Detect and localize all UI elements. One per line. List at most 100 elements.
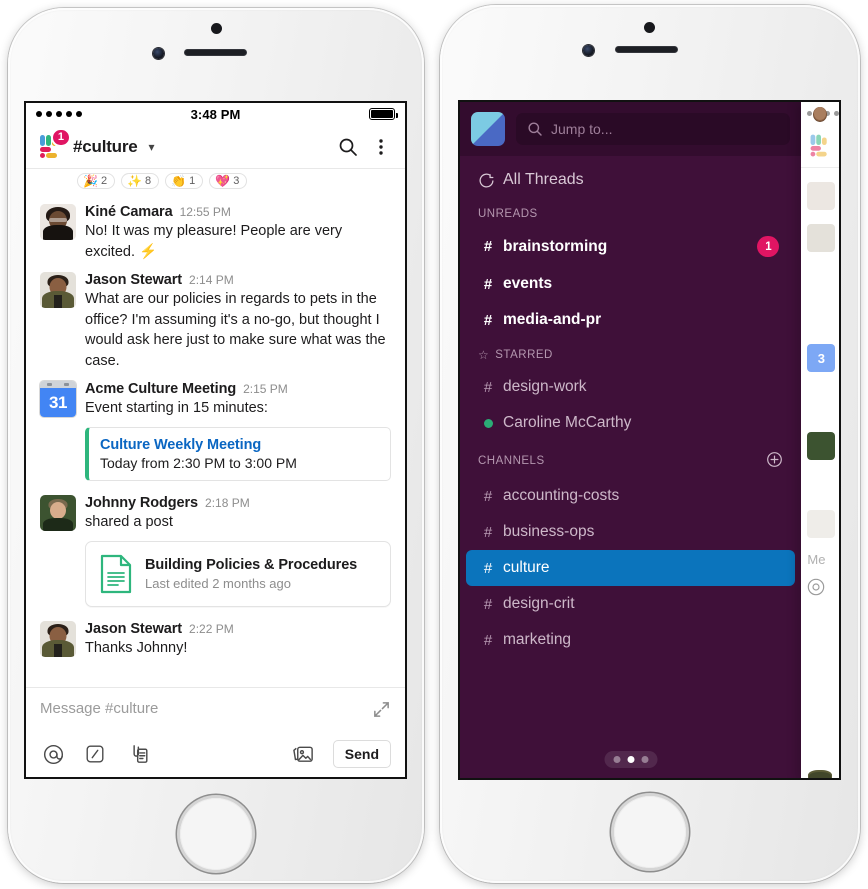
message-author[interactable]: Kiné Camara: [85, 204, 173, 220]
page-dot-active[interactable]: [627, 756, 635, 763]
slash-command-icon[interactable]: [82, 741, 108, 767]
sidebar-item-culture[interactable]: # culture: [466, 550, 796, 586]
section-label: UNREADS: [478, 208, 538, 220]
earpiece-speaker: [184, 49, 247, 56]
message-timestamp: 2:18 PM: [205, 496, 250, 511]
message-list[interactable]: 🎉 2 ✨ 8 👏 1 💖 3 Kiné Camara 12:55 PM No!…: [26, 169, 405, 687]
hash-icon: #: [483, 595, 493, 613]
peek-channel-pane[interactable]: 3 Me: [801, 102, 839, 778]
message-item[interactable]: Johnny Rodgers 2:18 PM shared a post Bui…: [26, 488, 405, 614]
message-item[interactable]: Kiné Camara 12:55 PM No! It was my pleas…: [26, 197, 405, 265]
sidebar-section-starred: ☆ STARRED: [460, 338, 801, 369]
message-item[interactable]: Jason Stewart 2:22 PM Thanks Johnny!: [26, 614, 405, 662]
message-timestamp: 2:14 PM: [189, 273, 234, 288]
event-attachment[interactable]: Culture Weekly Meeting Today from 2:30 P…: [85, 427, 391, 482]
avatar[interactable]: [40, 204, 76, 240]
reaction-count: 3: [233, 175, 240, 187]
expand-arrows-icon[interactable]: [372, 700, 391, 724]
sidebar-item-all-threads[interactable]: All Threads: [460, 166, 801, 198]
slack-logo-icon[interactable]: 1: [38, 127, 71, 160]
channel-label: marketing: [503, 631, 572, 648]
image-icon[interactable]: [291, 741, 317, 767]
section-label: STARRED: [495, 349, 553, 361]
message-author[interactable]: Johnny Rodgers: [85, 495, 198, 511]
reaction-row[interactable]: 🎉 2 ✨ 8 👏 1 💖 3: [26, 169, 405, 197]
channel-label: accounting-costs: [503, 487, 620, 504]
avatar[interactable]: [40, 272, 76, 309]
search-icon[interactable]: [336, 135, 360, 159]
reaction-count: 1: [189, 175, 196, 187]
channel-label: design-crit: [503, 595, 575, 612]
sidebar-item-design-work[interactable]: # design-work: [466, 369, 795, 405]
dm-label: Caroline McCarthy: [503, 414, 632, 431]
post-attachment[interactable]: Building Policies & Procedures Last edit…: [85, 540, 391, 607]
status-bar-time: 3:48 PM: [190, 106, 241, 122]
clap-emoji: 👏: [171, 174, 187, 188]
battery-icon: [369, 108, 398, 120]
reaction-chip[interactable]: 👏 1: [165, 173, 204, 189]
sidebar-item-media-and-pr[interactable]: # media-and-pr: [466, 302, 795, 338]
message-text: What are our policies in regards to pets…: [85, 291, 386, 369]
page-dot[interactable]: [641, 756, 649, 763]
signal-strength-icon: [36, 111, 88, 117]
reaction-count: 8: [145, 175, 152, 187]
sidebar-item-brainstorming[interactable]: # brainstorming 1: [466, 227, 795, 266]
threads-icon: [479, 172, 494, 188]
avatar[interactable]: [40, 620, 76, 657]
channel-label: business-ops: [503, 523, 595, 540]
home-button[interactable]: [180, 798, 252, 870]
post-subtitle: Last edited 2 months ago: [145, 576, 291, 592]
sidebar-item-accounting-costs[interactable]: # accounting-costs: [466, 478, 795, 514]
send-button[interactable]: Send: [332, 740, 391, 768]
post-title[interactable]: Building Policies & Procedures: [145, 557, 357, 573]
avatar[interactable]: [40, 495, 76, 532]
channel-label: design-work: [503, 378, 587, 395]
hash-icon: #: [483, 487, 493, 505]
left-phone-screen: 3:48 PM 1 #culture ▾ 🎉 2 ✨ 8 👏 1 💖 3 Kin…: [24, 101, 407, 779]
message-author[interactable]: Acme Culture Meeting: [85, 381, 236, 397]
ios-status-bar: 3:48 PM: [26, 103, 405, 125]
event-title[interactable]: Culture Weekly Meeting: [100, 437, 379, 453]
message-item[interactable]: Jason Stewart 2:14 PM What are our polic…: [26, 265, 405, 374]
workspace-logo-icon[interactable]: [471, 112, 505, 146]
hash-icon: #: [483, 238, 493, 255]
more-vertical-icon[interactable]: [369, 135, 393, 159]
hash-icon: #: [483, 378, 493, 396]
channel-label: events: [503, 275, 553, 292]
sidebar-section-channels: CHANNELS: [460, 441, 801, 478]
message-item[interactable]: 31 Acme Culture Meeting 2:15 PM Event st…: [26, 374, 405, 488]
reaction-chip[interactable]: ✨ 8: [121, 173, 160, 189]
page-indicator[interactable]: [604, 751, 658, 768]
presence-online-icon: [483, 418, 493, 428]
unread-badge: 1: [757, 236, 780, 257]
sidebar-item-events[interactable]: # events: [466, 266, 795, 302]
chevron-down-icon[interactable]: ▾: [149, 140, 155, 154]
message-timestamp: 12:55 PM: [179, 205, 231, 219]
earpiece-speaker: [615, 46, 678, 53]
search-input[interactable]: Jump to...: [516, 113, 791, 145]
page-dot[interactable]: [613, 756, 621, 763]
home-button[interactable]: [614, 796, 686, 868]
at-mention-icon[interactable]: [40, 741, 66, 767]
sidebar-item-business-ops[interactable]: # business-ops: [466, 514, 795, 550]
add-channel-icon[interactable]: [766, 451, 783, 471]
message-composer: Message #culture Send: [26, 687, 405, 777]
channel-label: brainstorming: [503, 237, 608, 255]
search-icon: [528, 122, 542, 136]
sidebar-item-design-crit[interactable]: # design-crit: [466, 586, 795, 622]
reaction-count: 2: [100, 175, 108, 187]
reaction-chip[interactable]: 💖 3: [209, 173, 248, 189]
section-label: CHANNELS: [478, 455, 545, 467]
attachment-icon[interactable]: [124, 741, 150, 767]
page-title[interactable]: #culture: [73, 137, 138, 157]
reaction-chip[interactable]: 🎉 2: [77, 173, 116, 189]
message-author[interactable]: Jason Stewart: [85, 621, 182, 637]
hash-icon: #: [483, 559, 493, 577]
message-input[interactable]: Message #culture: [40, 700, 372, 717]
proximity-sensor-icon: [644, 22, 655, 33]
channel-label: media-and-pr: [503, 311, 602, 328]
channel-sidebar[interactable]: Jump to... All Threads UNREADS # brainst…: [460, 102, 802, 778]
sidebar-item-caroline-mccarthy[interactable]: Caroline McCarthy: [466, 405, 795, 441]
sidebar-item-marketing[interactable]: # marketing: [466, 622, 795, 658]
message-author[interactable]: Jason Stewart: [85, 272, 182, 288]
